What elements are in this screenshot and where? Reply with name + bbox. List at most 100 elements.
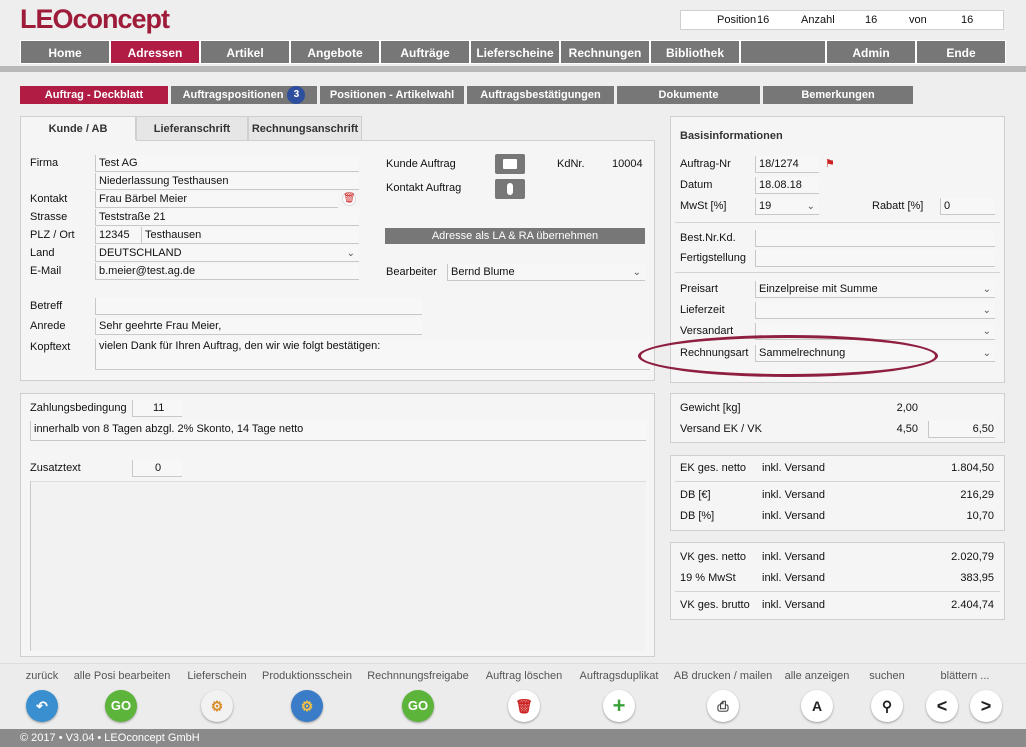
land-label: Land: [30, 247, 55, 259]
ab-drucken-label: AB drucken / mailen: [673, 670, 773, 682]
adresse-uebernehmen-button[interactable]: Adresse als LA & RA übernehmen: [385, 228, 645, 244]
go-freigabe-button[interactable]: GO: [402, 690, 434, 722]
of-value: 16: [961, 14, 974, 26]
versand-vk-field[interactable]: 6,50: [928, 421, 995, 438]
zahlung-code-field[interactable]: 11: [132, 400, 182, 417]
trash-icon[interactable]: 🗑: [508, 690, 540, 722]
subtab-dokumente[interactable]: Dokumente: [617, 86, 760, 104]
bearbeiter-select[interactable]: Bernd Blume ⌄: [447, 264, 645, 281]
nav-empty[interactable]: [740, 40, 826, 64]
bearbeiter-label: Bearbeiter: [386, 266, 437, 278]
kontakt-field[interactable]: Frau Bärbel Meier: [95, 191, 338, 208]
nav-ende[interactable]: Ende: [916, 40, 1006, 64]
logo-part2: concept: [72, 4, 171, 34]
gewicht-label: Gewicht [kg]: [680, 402, 741, 414]
divider: [675, 591, 1000, 592]
zusatztext-area[interactable]: [30, 481, 646, 651]
nav-rechnungen[interactable]: Rechnungen: [560, 40, 650, 64]
nav-home[interactable]: Home: [20, 40, 110, 64]
rabatt-field[interactable]: 0: [940, 198, 995, 215]
nav-auftraege[interactable]: Aufträge: [380, 40, 470, 64]
nav-artikel[interactable]: Artikel: [200, 40, 290, 64]
next-button[interactable]: >: [970, 690, 1002, 722]
fertigstellung-field[interactable]: [755, 250, 995, 267]
chevron-down-icon: ⌄: [346, 248, 355, 259]
vk-mwst-label: 19 % MwSt: [680, 572, 736, 584]
mwst-select[interactable]: 19 ⌄: [755, 198, 819, 215]
plz-ort-label: PLZ / Ort: [30, 229, 75, 241]
tab-rechnungsanschrift[interactable]: Rechnungsanschrift: [248, 116, 362, 140]
bearbeiter-value: Bernd Blume: [451, 266, 515, 278]
gewicht-value: 2,00: [896, 402, 918, 414]
plz-field[interactable]: 12345: [95, 227, 141, 244]
db-value: 216,29: [960, 489, 994, 501]
preisart-value: Einzelpreise mit Summe: [759, 283, 878, 295]
auftragsduplikat-label: Auftragsduplikat: [579, 670, 659, 682]
nav-bibliothek[interactable]: Bibliothek: [650, 40, 740, 64]
subtab-deckblatt[interactable]: Auftrag - Deckblatt: [20, 86, 168, 104]
count-label: Anzahl: [801, 14, 835, 26]
subtab-auftragsbestaetigungen[interactable]: Auftragsbestätigungen: [467, 86, 614, 104]
go-edit-button[interactable]: GO: [105, 690, 137, 722]
chevron-down-icon: ⌄: [806, 201, 815, 212]
firma2-field[interactable]: Niederlassung Testhausen: [95, 173, 359, 190]
lieferzeit-select[interactable]: ⌄: [755, 302, 995, 319]
back-icon[interactable]: ↶: [26, 690, 58, 722]
tab-lieferanschrift[interactable]: Lieferanschrift: [136, 116, 248, 140]
prev-button[interactable]: <: [926, 690, 958, 722]
produktionsschein-icon[interactable]: ⚙: [291, 690, 323, 722]
zusatz-code-field[interactable]: 0: [132, 460, 182, 477]
zahlung-text-field[interactable]: innerhalb von 8 Tagen abzgl. 2% Skonto, …: [30, 421, 646, 441]
betreff-field[interactable]: [95, 298, 422, 315]
trash-icon[interactable]: 🗑: [342, 192, 356, 206]
blaettern-label: blättern ...: [940, 670, 990, 682]
chevron-down-icon: ⌄: [632, 267, 641, 278]
lieferschein-icon[interactable]: ⚙: [201, 690, 233, 722]
land-select[interactable]: DEUTSCHLAND ⌄: [95, 245, 359, 262]
tab-kunde-ab[interactable]: Kunde / AB: [20, 116, 136, 141]
mail-card-icon[interactable]: [495, 154, 525, 174]
zusatztext-label: Zusatztext: [30, 462, 81, 474]
strasse-label: Strasse: [30, 211, 68, 223]
flag-icon[interactable]: ⚑: [825, 157, 835, 170]
firma-field[interactable]: Test AG: [95, 155, 359, 172]
ort-field[interactable]: Testhausen: [141, 227, 359, 244]
preisart-select[interactable]: Einzelpreise mit Summe ⌄: [755, 281, 995, 298]
best-nr-field[interactable]: [755, 230, 995, 247]
nav-lieferscheine[interactable]: Lieferscheine: [470, 40, 560, 64]
mwst-value: 19: [759, 200, 772, 212]
versand-label: Versand EK / VK: [680, 423, 762, 435]
highlight-annotation: [638, 335, 938, 377]
subtab-auftragspositionen[interactable]: Auftragspositionen 3: [171, 86, 317, 104]
duplicate-plus-icon[interactable]: +: [603, 690, 635, 722]
subtab-artikelwahl[interactable]: Positionen - Artikelwahl: [320, 86, 464, 104]
nav-adressen[interactable]: Adressen: [110, 40, 200, 64]
subtab-auftragspositionen-label: Auftragspositionen: [182, 89, 284, 101]
show-all-button[interactable]: A: [801, 690, 833, 722]
brutto-label: VK ges. brutto: [680, 599, 750, 611]
strasse-field[interactable]: Teststraße 21: [95, 209, 359, 226]
anrede-field[interactable]: Sehr geehrte Frau Meier,: [95, 318, 422, 335]
nav-admin[interactable]: Admin: [826, 40, 916, 64]
kopftext-label: Kopftext: [30, 341, 71, 353]
position-label: Position: [717, 14, 757, 26]
datum-field[interactable]: 18.08.18: [755, 177, 819, 194]
auftrag-nr-field[interactable]: 18/1274: [755, 156, 819, 173]
dbp-sub: inkl. Versand: [762, 510, 825, 522]
produktionsschein-label: Produktionsschein: [262, 670, 352, 682]
chevron-down-icon: ⌄: [982, 305, 991, 316]
anrede-label: Anrede: [30, 320, 66, 332]
email-field[interactable]: b.meier@test.ag.de: [95, 263, 359, 280]
nav-angebote[interactable]: Angebote: [290, 40, 380, 64]
app-logo: LEOconcept: [20, 4, 171, 35]
search-icon[interactable]: ⚲: [871, 690, 903, 722]
subtab-bemerkungen[interactable]: Bemerkungen: [763, 86, 913, 104]
kopftext-field[interactable]: vielen Dank für Ihren Auftrag, den wir w…: [95, 339, 650, 370]
divider: [675, 272, 1000, 273]
person-icon[interactable]: [495, 179, 525, 199]
vk-label: VK ges. netto: [680, 551, 747, 563]
print-icon[interactable]: ⎙: [707, 690, 739, 722]
chevron-down-icon: ⌄: [982, 284, 991, 295]
ek-sub: inkl. Versand: [762, 462, 825, 474]
footer-copyright: © 2017 • V3.04 • LEOconcept GmbH: [0, 729, 1026, 747]
